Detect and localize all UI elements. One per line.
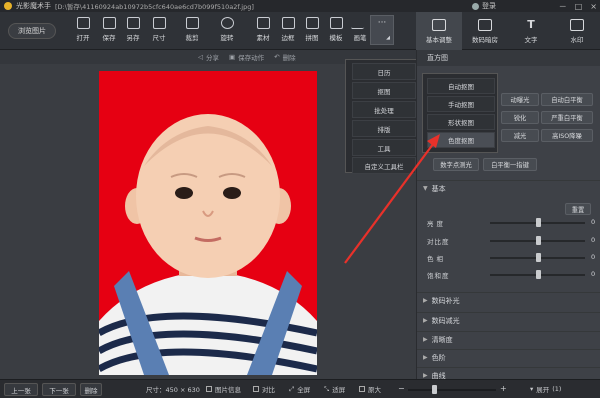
expand-count: (1) (552, 385, 562, 393)
zoom-slider-track[interactable] (408, 389, 496, 391)
original-size-label: 原大 (368, 386, 381, 394)
image-size-readout: 尺寸：450 × 630 (146, 386, 200, 394)
expand-filmstrip-button[interactable]: ▾ 展开 (1) (530, 384, 561, 394)
fit-icon: ⤡ (324, 384, 330, 393)
annotation-arrow (344, 134, 440, 264)
compare-icon (253, 386, 259, 392)
fullscreen-icon: ⤢ (289, 384, 295, 393)
expand-label: 展开 (536, 386, 550, 394)
info-icon (206, 386, 212, 392)
delete-button[interactable]: 删除 (80, 383, 102, 396)
fullscreen-button[interactable]: ⤢ 全屏 (289, 384, 311, 395)
image-info-label: 图片信息 (215, 386, 241, 394)
compare-label: 对比 (262, 386, 275, 394)
fit-label: 适屏 (332, 386, 346, 394)
fullscreen-label: 全屏 (297, 386, 311, 394)
zoom-in-button[interactable]: + (500, 384, 507, 393)
chevron-down-icon: ▾ (530, 385, 534, 393)
zoom-slider-knob[interactable] (432, 385, 438, 394)
original-size-button[interactable]: 原大 (359, 384, 381, 394)
prev-image-button[interactable]: 上一张 (4, 383, 38, 396)
zoom-out-button[interactable]: − (398, 384, 405, 393)
compare-button[interactable]: 对比 (253, 384, 275, 394)
image-info-button[interactable]: 图片信息 (206, 384, 241, 394)
next-image-button[interactable]: 下一张 (42, 383, 76, 396)
original-size-icon (359, 386, 365, 392)
bottom-status-bar: 上一张 下一张 删除 尺寸：450 × 630 图片信息 对比 ⤢ 全屏 ⤡ 适屏 … (0, 379, 600, 398)
fit-screen-button[interactable]: ⤡ 适屏 (324, 384, 346, 395)
